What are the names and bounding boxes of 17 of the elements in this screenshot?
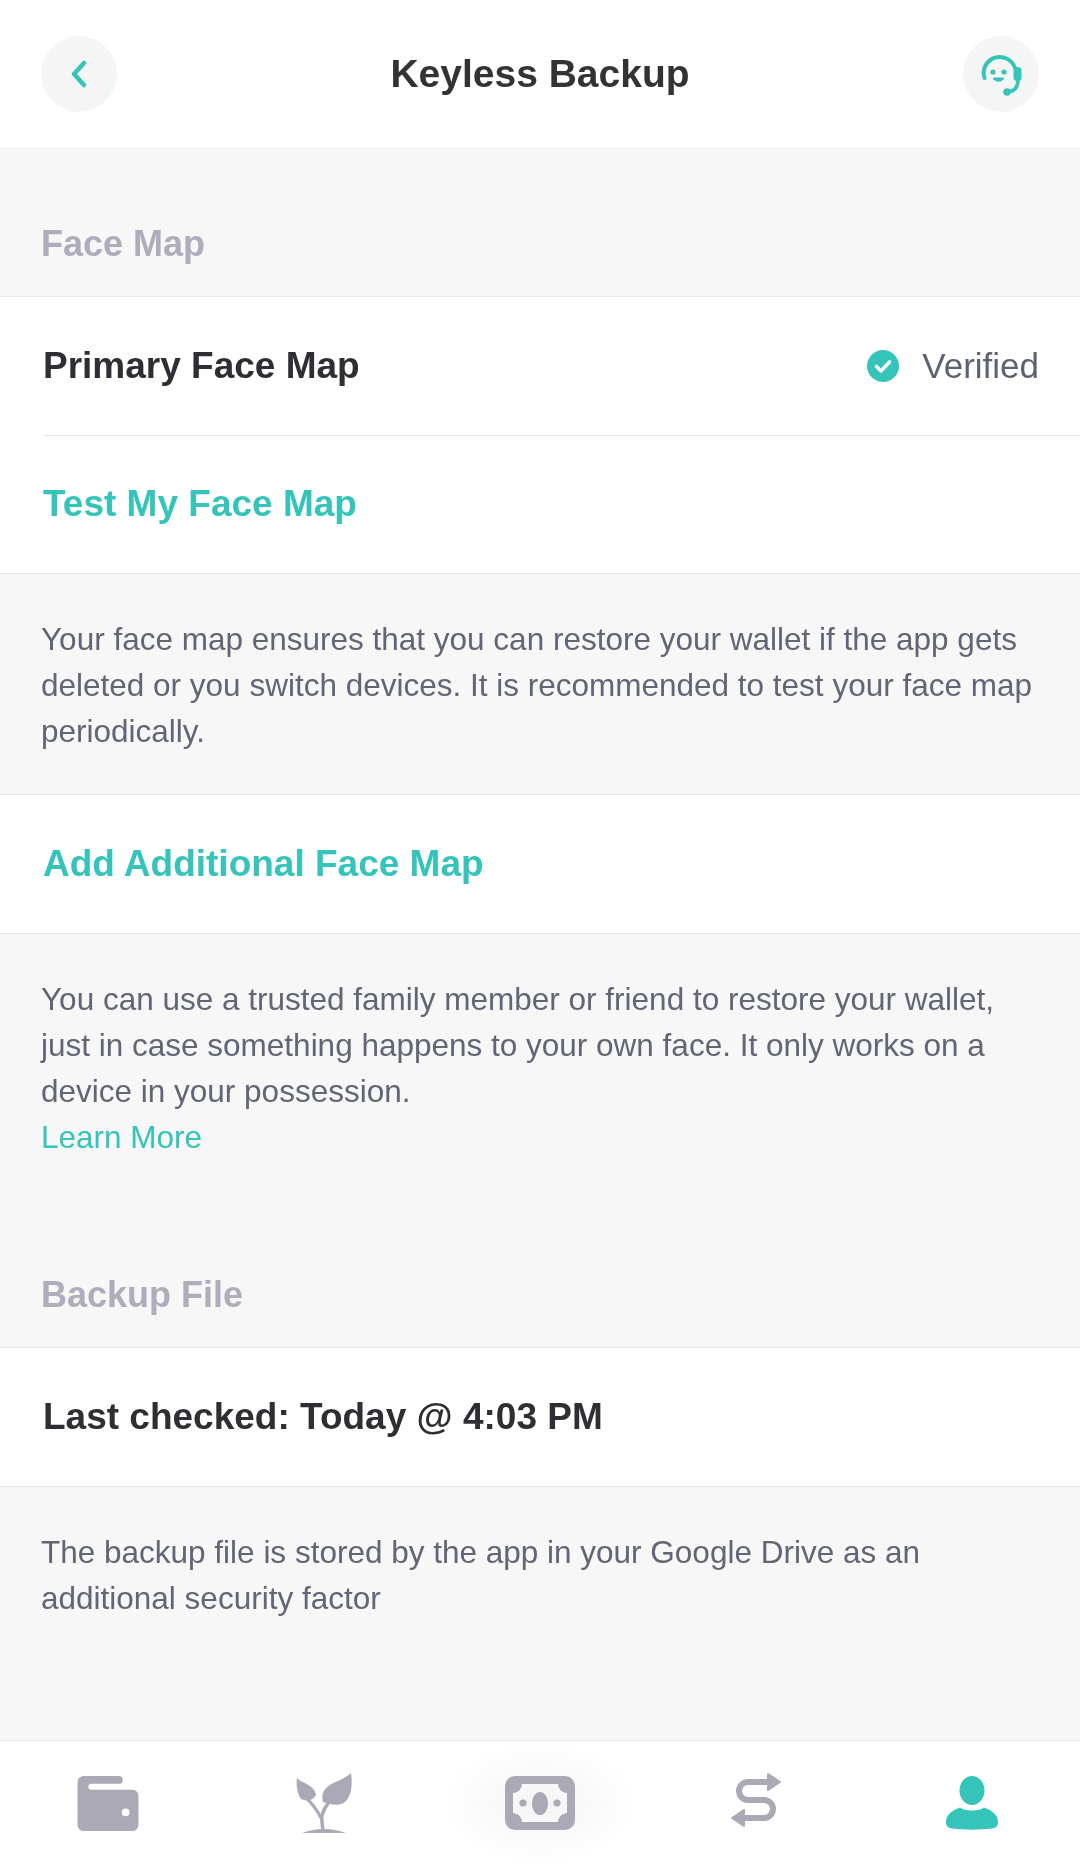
person-icon bbox=[944, 1776, 1000, 1830]
plant-icon bbox=[294, 1772, 354, 1834]
last-checked-text: Last checked: Today @ 4:03 PM bbox=[43, 1394, 603, 1439]
row-title: Primary Face Map bbox=[43, 343, 360, 388]
description-text: The backup file is stored by the app in your Google Drive as an additional security factor bbox=[41, 1533, 921, 1618]
page-title: Keyless Backup bbox=[390, 50, 690, 97]
description-text: You can use a trusted family member or friend to restore your wallet, just in case something happens to your own face. It only works on a device in your possession. bbox=[41, 980, 996, 1111]
status-text: Verified bbox=[922, 345, 1039, 387]
action-link[interactable]: Add Additional Face Map bbox=[43, 841, 484, 887]
learn-more-link[interactable]: Learn More bbox=[41, 1114, 203, 1160]
action-link[interactable]: Test My Face Map bbox=[43, 482, 357, 527]
cash-icon bbox=[505, 1776, 575, 1830]
section-heading: Face Map bbox=[41, 222, 206, 266]
description-text: Your face map ensures that you can restore your wallet if the app gets deleted or you switch devices. It is recommended to test your face map periodically. bbox=[41, 620, 1033, 751]
back-icon bbox=[70, 60, 88, 88]
wallet-icon bbox=[77, 1775, 139, 1831]
section-heading: Backup File bbox=[41, 1273, 244, 1317]
